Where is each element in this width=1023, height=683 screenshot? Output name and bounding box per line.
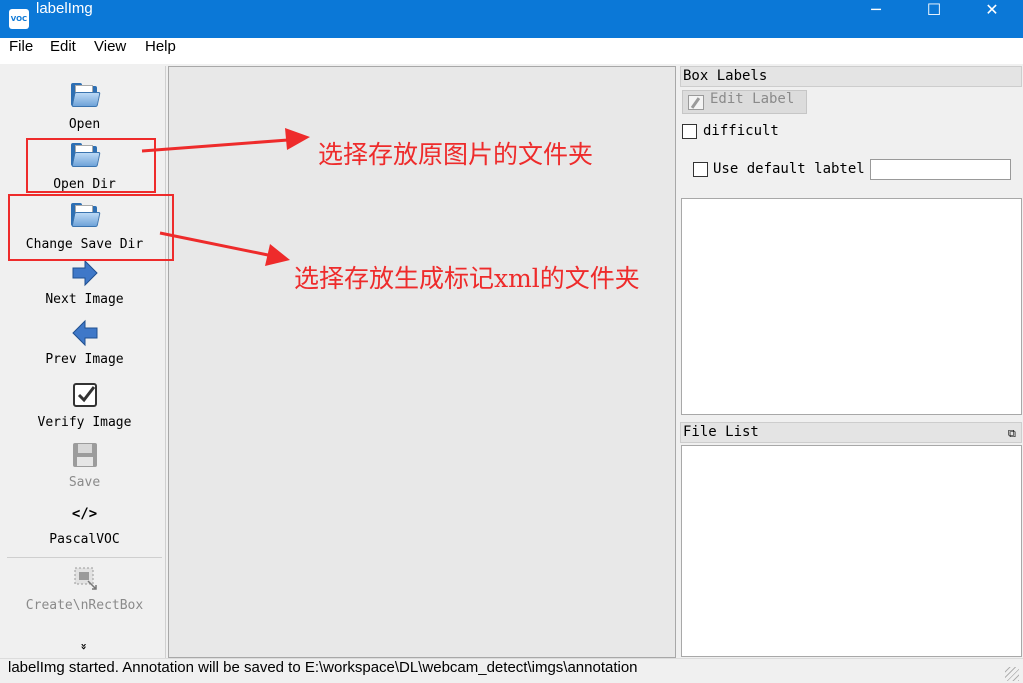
open-dir-annotation: 选择存放原图片的文件夹 [318, 140, 594, 169]
arrow-to-save-dir-note [159, 231, 290, 266]
arrow-to-open-dir-note [141, 128, 310, 153]
save-dir-annotation: 选择存放生成标记xml的文件夹 [294, 264, 640, 293]
annotation-arrows [141, 128, 310, 266]
